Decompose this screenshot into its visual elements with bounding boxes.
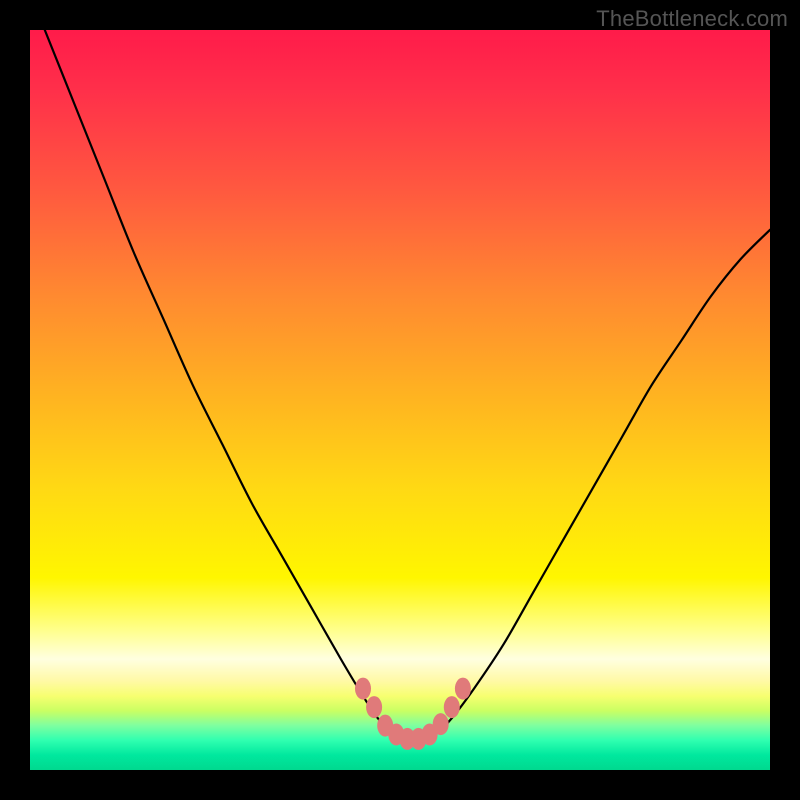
chart-overlay (30, 30, 770, 770)
chart-marker (444, 696, 460, 718)
chart-marker (433, 713, 449, 735)
chart-frame: TheBottleneck.com (0, 0, 800, 800)
chart-curve (45, 30, 770, 741)
chart-marker (455, 678, 471, 700)
chart-marker (355, 678, 371, 700)
chart-markers (355, 678, 471, 750)
watermark-text: TheBottleneck.com (596, 6, 788, 32)
chart-marker (366, 696, 382, 718)
